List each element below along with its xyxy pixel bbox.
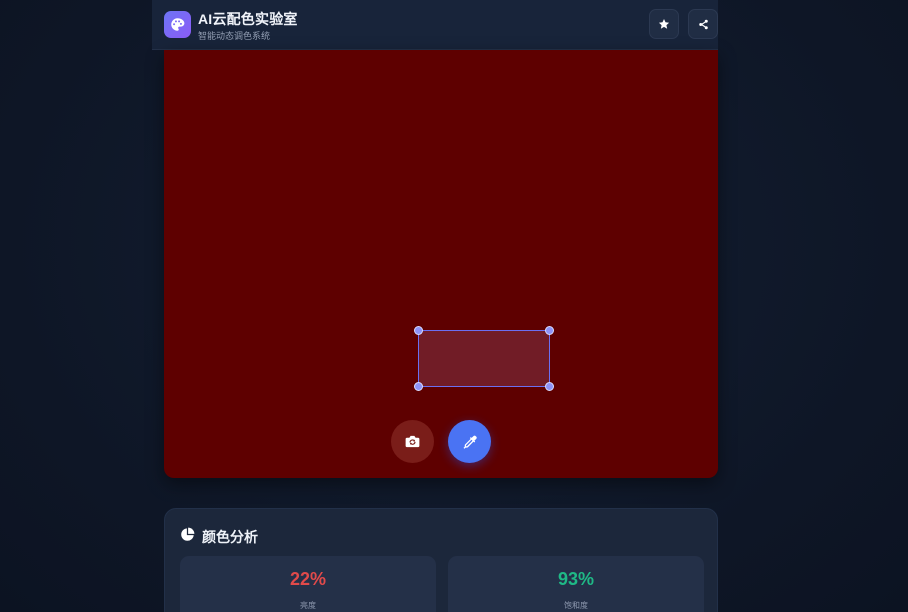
palette-icon [164, 11, 191, 38]
brightness-label: 亮度 [300, 601, 316, 610]
app-title: AI云配色实验室 [198, 11, 298, 27]
resize-handle-top-right[interactable] [545, 326, 554, 335]
app-subtitle: 智能动态调色系统 [198, 31, 271, 41]
share-icon [698, 19, 708, 29]
resize-handle-top-left[interactable] [414, 326, 423, 335]
saturation-label: 饱和度 [564, 601, 588, 610]
app-header: AI云配色实验室 智能动态调色系统 [152, 0, 718, 50]
color-sample-selection[interactable] [414, 326, 554, 391]
resize-handle-bottom-left[interactable] [414, 382, 423, 391]
color-picker-button[interactable] [448, 420, 491, 463]
analysis-title: 颜色分析 [202, 529, 258, 545]
brightness-card: 22% 亮度 [180, 556, 436, 612]
saturation-card: 93% 饱和度 [448, 556, 704, 612]
resize-handle-bottom-right[interactable] [545, 382, 554, 391]
saturation-value: 93% [557, 569, 595, 589]
color-analysis-panel: 颜色分析 22% 亮度 93% 饱和度 [164, 508, 718, 612]
app-page: AI云配色实验室 智能动态调色系统 颜色分析 22% 亮度 93% 饱和度 [0, 0, 908, 612]
eyedropper-icon [463, 435, 477, 449]
brightness-value: 22% [289, 569, 327, 589]
favorite-button[interactable] [649, 9, 679, 39]
camera-preview[interactable] [164, 50, 718, 478]
switch-camera-button[interactable] [391, 420, 434, 463]
star-icon [658, 19, 670, 29]
share-button[interactable] [688, 9, 718, 39]
pie-chart-icon [181, 527, 195, 541]
camera-rotate-icon [405, 435, 420, 448]
